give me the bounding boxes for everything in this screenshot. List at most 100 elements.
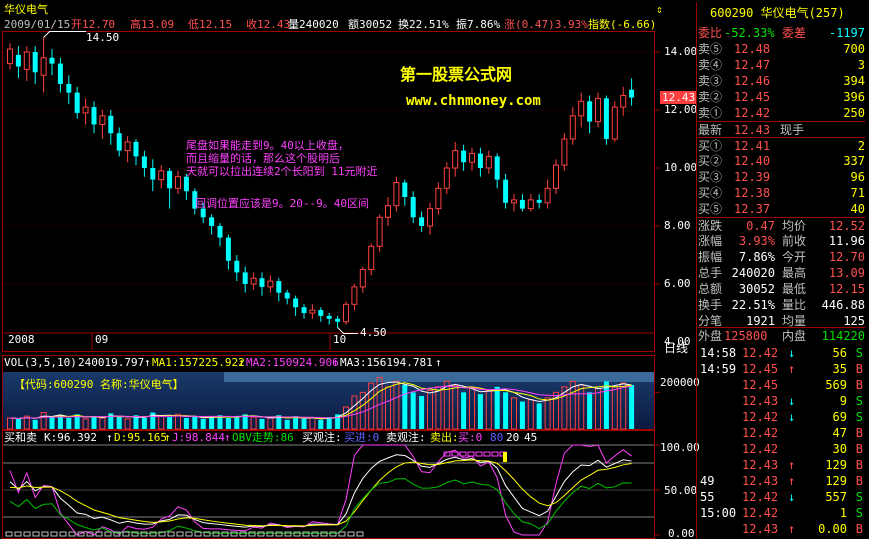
signal-marker — [194, 531, 202, 537]
candle-body — [301, 307, 307, 313]
sell-row-2[interactable]: 卖② 12.45 396 — [698, 89, 865, 105]
ind-d-arrow-icon: ↑ — [164, 431, 171, 444]
signal-marker-top — [491, 451, 499, 457]
tick-side: B — [855, 426, 863, 440]
candle-body — [452, 150, 459, 169]
stat-label-1: 总手 — [698, 266, 723, 280]
buy-row-4[interactable]: 买④ 12.38 71 — [698, 185, 865, 201]
sell-4-price: 12.47 — [734, 58, 771, 72]
sell-row-5[interactable]: 卖⑤ 12.48 700 — [698, 41, 865, 57]
y-tick-8: 8.00 — [664, 219, 691, 232]
tick-arrow-icon: ↑ — [788, 522, 796, 536]
sell-1-label: 卖① — [698, 106, 723, 120]
signal-marker — [257, 531, 265, 537]
candle-body — [318, 310, 324, 316]
stat-value-2: 13.09 — [828, 266, 865, 280]
tick-side: B — [855, 378, 863, 392]
outer-value: 125800 — [724, 329, 768, 343]
tick-row: 55 12.42 ↓ 557 S — [698, 489, 869, 505]
ind-j-arrow-icon: ↑ — [224, 431, 231, 444]
stat-label-1: 振幅 — [698, 250, 723, 264]
buy-row-2[interactable]: 买② 12.40 337 — [698, 153, 865, 169]
tick-price: 12.42 — [742, 346, 779, 360]
vol-ma1: MA1:157225.922 — [152, 356, 245, 369]
y-tick-14: 14.00 — [664, 45, 698, 58]
ind-sell-watch: 卖观注: — [386, 431, 426, 444]
volume-bar — [477, 394, 483, 429]
signal-marker — [167, 531, 175, 537]
candle-body — [351, 286, 358, 305]
vol-y-tick: 200000 — [660, 376, 700, 389]
tick-row: 12.42 47 B — [698, 425, 869, 441]
sell-row-1[interactable]: 卖① 12.42 250 — [698, 105, 865, 121]
tick-volume: 9 — [839, 394, 847, 408]
candle-body — [419, 217, 425, 226]
candle-body — [167, 170, 173, 189]
signal-marker — [239, 531, 247, 537]
tick-side: B — [855, 474, 863, 488]
volume-bar — [301, 418, 307, 429]
stat-value-2: 12.15 — [828, 282, 865, 296]
buy-1-price: 12.41 — [734, 139, 771, 153]
watermark-url: www.chnmoney.com — [406, 93, 541, 109]
ind-buy-in: 买进:0 — [344, 431, 380, 444]
buy-3-vol: 96 — [850, 170, 865, 184]
candle-body — [309, 309, 316, 314]
buy-row-1[interactable]: 买① 12.41 2 — [698, 137, 865, 153]
high-pointer — [43, 31, 86, 38]
ind-v45: 45 — [524, 431, 538, 444]
sell-row-3[interactable]: 卖③ 12.46 394 — [698, 73, 865, 89]
weicha-label: 委差 — [782, 26, 807, 40]
stat-row: 总额 30052 最低 12.15 — [698, 281, 865, 297]
sell-5-vol: 700 — [843, 42, 865, 56]
tick-volume: 56 — [832, 346, 847, 360]
stat-value-2: 12.70 — [828, 250, 865, 264]
tick-side: B — [855, 362, 863, 376]
period-label[interactable]: 日线 — [664, 342, 688, 355]
volume-bar — [410, 392, 416, 429]
buy-2-label: 买② — [698, 154, 723, 168]
header-quote-line: 2009/01/15 开12.70 高13.09 低12.15 收12.43 量… — [4, 18, 656, 31]
tick-row: 12.45 569 B — [698, 377, 869, 393]
volume-bar — [259, 418, 265, 429]
signal-marker — [176, 531, 184, 537]
volume-bar — [603, 381, 609, 429]
vol-value: 240019.797 — [78, 356, 145, 369]
header-close: 收12.43 — [246, 18, 291, 31]
sell-4-vol: 3 — [857, 58, 865, 72]
tick-volume: 0.00 — [818, 522, 847, 536]
scroll-arrows-icon[interactable]: ⇕ — [656, 3, 663, 16]
signal-marker — [320, 531, 328, 537]
candle-body — [544, 187, 551, 204]
candle-body — [335, 318, 341, 322]
tick-price: 12.42 — [742, 490, 779, 504]
low-price-label: 4.50 — [360, 326, 387, 339]
buy-row-3[interactable]: 买③ 12.39 96 — [698, 169, 865, 185]
tick-time: 14:58 — [700, 346, 737, 360]
volume-bar — [284, 419, 290, 429]
buy-3-price: 12.39 — [734, 170, 771, 184]
candle-body — [620, 95, 627, 108]
candle-body — [57, 63, 63, 84]
buy-row-5[interactable]: 买⑤ 12.37 40 — [698, 201, 865, 217]
latest-price: 12.43 — [734, 123, 771, 137]
candle-body — [385, 205, 391, 218]
webi-value: -52.33% — [724, 26, 775, 40]
volume-bar — [116, 417, 122, 429]
signal-marker — [23, 531, 31, 537]
ind-d: D:95.165 — [114, 431, 167, 444]
candle-body — [343, 303, 349, 323]
candle-body — [40, 57, 47, 76]
tick-volume: 30 — [832, 442, 847, 456]
candle-body — [183, 176, 189, 192]
candle-body — [234, 260, 240, 273]
sell-row-4[interactable]: 卖④ 12.47 3 — [698, 57, 865, 73]
stat-value-1: 3.93% — [738, 234, 775, 248]
buy-5-price: 12.37 — [734, 202, 771, 216]
volume-band — [224, 372, 654, 382]
header-change: 涨(0.47)3.93% — [504, 18, 588, 31]
tick-side: B — [855, 442, 863, 456]
ind-v20: 20 — [506, 431, 520, 444]
tick-row: 12.42 ↓ 69 S — [698, 409, 869, 425]
webi-row: 委比 -52.33% 委差 -1197 — [698, 25, 865, 41]
